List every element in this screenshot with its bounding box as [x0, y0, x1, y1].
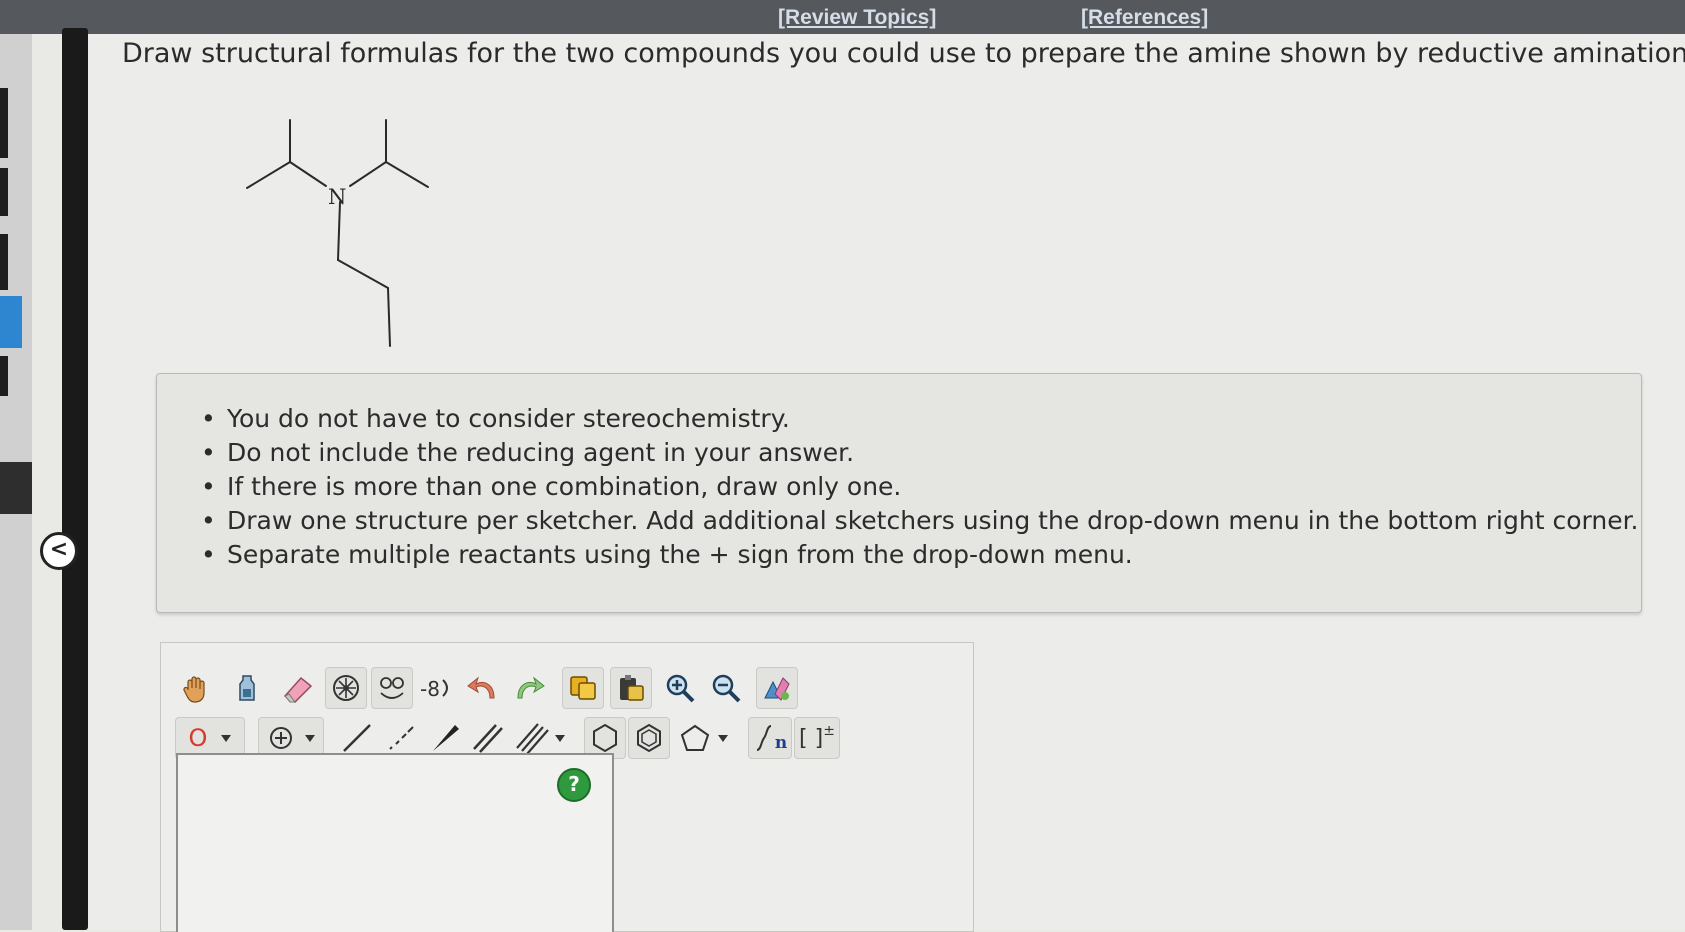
charge-plus-icon: [270, 727, 292, 749]
chevron-down-icon: [718, 734, 728, 742]
svg-text:-8: -8: [420, 677, 440, 701]
sidebar-marker: [0, 88, 8, 158]
sidebar-tab[interactable]: [0, 462, 32, 514]
sidebar-marker: [0, 168, 8, 216]
bottle-icon: [239, 675, 255, 701]
benzene-tool[interactable]: [628, 717, 670, 759]
stereo-icon: [380, 677, 404, 699]
redo-button[interactable]: [508, 667, 550, 709]
drawing-canvas[interactable]: [176, 753, 614, 932]
bond: [289, 161, 327, 187]
bond: [387, 287, 391, 347]
cyclopentane-tool[interactable]: [672, 717, 734, 759]
sidebar-active-tab[interactable]: [0, 296, 22, 348]
review-topics-link[interactable]: [Review Topics]: [778, 6, 936, 30]
stereo-tool[interactable]: [371, 667, 413, 709]
zoom-in-icon: [666, 674, 695, 703]
chevron-down-icon: [221, 734, 232, 742]
references-link[interactable]: [References]: [1081, 6, 1208, 30]
zoom-out-button[interactable]: [705, 667, 747, 709]
instructions-box: You do not have to consider stereochemis…: [156, 373, 1642, 613]
paste-icon: [620, 675, 644, 701]
chevron-down-icon: [305, 734, 315, 742]
instruction-item: You do not have to consider stereochemis…: [201, 402, 1641, 436]
hand-icon: [183, 676, 205, 703]
undo-button[interactable]: [462, 667, 504, 709]
hashed-bond-icon: [389, 726, 414, 750]
help-button[interactable]: ?: [557, 768, 591, 802]
pentagon-icon: [680, 724, 710, 751]
template-label: n: [774, 733, 788, 753]
paste-button[interactable]: [610, 667, 652, 709]
chevron-down-icon: [555, 734, 565, 742]
ring-template-tool[interactable]: [325, 667, 367, 709]
triple-bond-icon: [516, 723, 549, 755]
bracket-tool[interactable]: [ ] ±: [794, 717, 840, 759]
bracket-label: [ ]: [799, 725, 824, 751]
atom-selector-value: O: [188, 724, 208, 752]
undo-icon: [467, 676, 495, 699]
cluster-icon: [333, 675, 359, 701]
sidebar-marker: [0, 356, 8, 396]
instructions-list: You do not have to consider stereochemis…: [157, 402, 1641, 572]
single-bond-icon: [343, 724, 371, 752]
bond: [246, 161, 291, 189]
zoom-out-icon: [712, 674, 741, 703]
sidebar-marker: [0, 234, 8, 290]
copy-button[interactable]: [562, 667, 604, 709]
clean-structure-button[interactable]: [756, 667, 798, 709]
bracket-charge-label: ±: [823, 723, 835, 739]
instruction-item: If there is more than one combination, d…: [201, 470, 1641, 504]
panel-divider: [62, 28, 88, 930]
template-tool[interactable]: n: [748, 717, 792, 759]
double-bond-icon: [473, 724, 503, 753]
collapse-sidebar-button[interactable]: <: [40, 532, 78, 570]
hexagon-icon: [593, 723, 617, 753]
amine-structure: N: [246, 119, 429, 347]
mapping-icon: -8: [420, 677, 448, 701]
eraser-tool[interactable]: [277, 667, 319, 709]
clean-icon: [764, 677, 790, 701]
wedge-bond-icon: [433, 725, 459, 751]
eraser-icon: [283, 676, 313, 703]
copy-icon: [570, 676, 596, 700]
clear-tool[interactable]: [226, 667, 268, 709]
redo-icon: [517, 676, 545, 699]
label-tool[interactable]: -8: [414, 667, 456, 709]
instruction-item: Draw one structure per sketcher. Add add…: [201, 504, 1641, 538]
bond: [385, 161, 429, 188]
move-hand-tool[interactable]: [175, 667, 217, 709]
question-text: Draw structural formulas for the two com…: [122, 38, 1685, 69]
bond: [337, 259, 389, 289]
instruction-item: Separate multiple reactants using the + …: [201, 538, 1641, 572]
benzene-icon: [637, 723, 661, 753]
bond: [349, 161, 387, 187]
bond: [337, 201, 341, 261]
instruction-item: Do not include the reducing agent in you…: [201, 436, 1641, 470]
zoom-in-button[interactable]: [659, 667, 701, 709]
nitrogen-atom-label: N: [328, 185, 346, 209]
chain-icon: [756, 725, 772, 751]
